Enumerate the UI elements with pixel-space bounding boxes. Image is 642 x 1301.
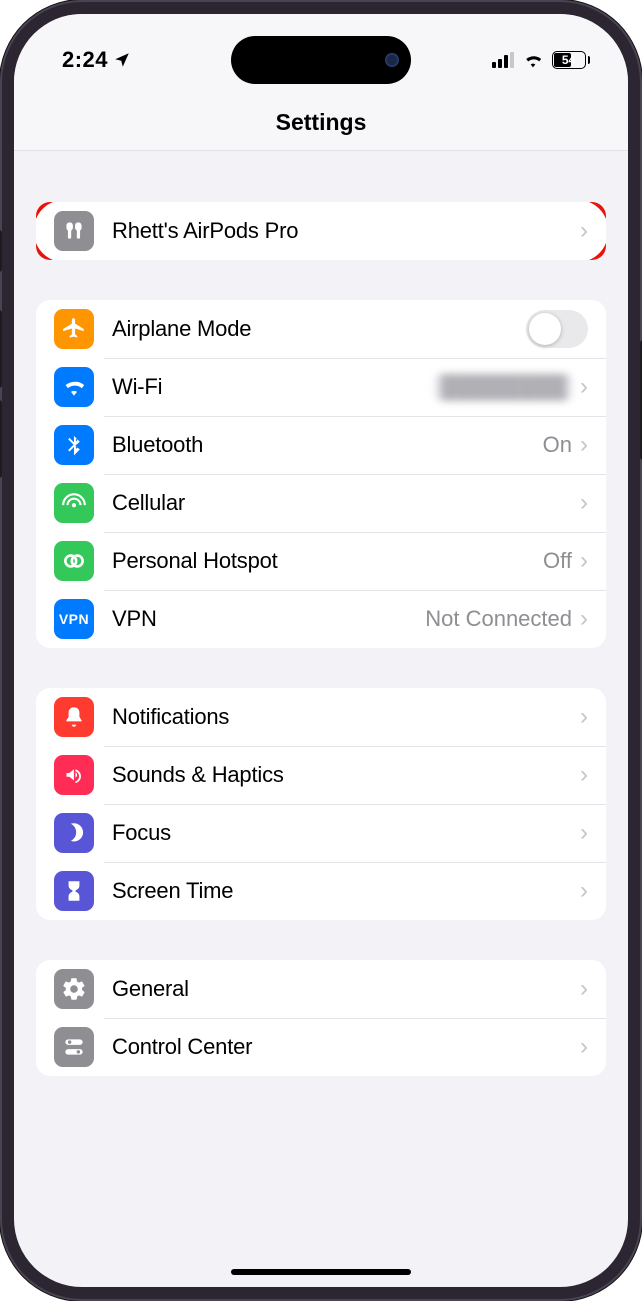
row-label: Sounds & Haptics: [112, 762, 580, 788]
row-label: Cellular: [112, 490, 580, 516]
airpods-icon: [54, 211, 94, 251]
row-label: Wi-Fi: [112, 374, 435, 400]
group-system: General › Control Center ›: [36, 960, 606, 1076]
cellular-icon: [54, 483, 94, 523]
general-icon: [54, 969, 94, 1009]
device-frame: 2:24 54 Settings: [0, 0, 642, 1301]
status-right: 54: [492, 49, 591, 71]
chevron-right-icon: ›: [580, 491, 588, 515]
group-network: Airplane Mode Wi-Fi ████████ ›: [36, 300, 606, 648]
sounds-icon: [54, 755, 94, 795]
row-sounds-haptics[interactable]: Sounds & Haptics ›: [36, 746, 606, 804]
wifi-network-value: ████████: [435, 374, 572, 400]
airplane-toggle[interactable]: [526, 310, 588, 348]
row-personal-hotspot[interactable]: Personal Hotspot Off ›: [36, 532, 606, 590]
bluetooth-value: On: [543, 432, 572, 458]
group-alerts: Notifications › Sounds & Haptics ›: [36, 688, 606, 920]
row-label: Control Center: [112, 1034, 580, 1060]
volume-down-button: [0, 400, 2, 478]
screentime-icon: [54, 871, 94, 911]
row-label: General: [112, 976, 580, 1002]
row-label: Airplane Mode: [112, 316, 526, 342]
settings-list[interactable]: Rhett's AirPods Pro › Airplane Mode: [14, 152, 628, 1287]
chevron-right-icon: ›: [580, 433, 588, 457]
chevron-right-icon: ›: [580, 375, 588, 399]
notifications-icon: [54, 697, 94, 737]
airplane-icon: [54, 309, 94, 349]
row-label: Screen Time: [112, 878, 580, 904]
status-time: 2:24: [62, 47, 108, 73]
front-camera: [385, 53, 399, 67]
hotspot-icon: [54, 541, 94, 581]
battery-indicator: 54: [552, 51, 591, 69]
battery-percent: 54: [562, 53, 575, 67]
hotspot-value: Off: [543, 548, 572, 574]
row-label: Notifications: [112, 704, 580, 730]
mute-switch: [0, 230, 2, 272]
row-airplane-mode[interactable]: Airplane Mode: [36, 300, 606, 358]
status-left: 2:24: [62, 47, 131, 73]
row-bluetooth[interactable]: Bluetooth On ›: [36, 416, 606, 474]
location-icon: [113, 51, 131, 69]
row-airpods[interactable]: Rhett's AirPods Pro ›: [36, 202, 606, 260]
focus-icon: [54, 813, 94, 853]
row-label: VPN: [112, 606, 425, 632]
home-indicator[interactable]: [231, 1269, 411, 1275]
chevron-right-icon: ›: [580, 705, 588, 729]
row-label: Rhett's AirPods Pro: [112, 218, 580, 244]
chevron-right-icon: ›: [580, 549, 588, 573]
volume-up-button: [0, 310, 2, 388]
row-screen-time[interactable]: Screen Time ›: [36, 862, 606, 920]
row-label: Personal Hotspot: [112, 548, 543, 574]
chevron-right-icon: ›: [580, 763, 588, 787]
row-cellular[interactable]: Cellular ›: [36, 474, 606, 532]
row-notifications[interactable]: Notifications ›: [36, 688, 606, 746]
cellular-signal-icon: [492, 52, 514, 68]
chevron-right-icon: ›: [580, 879, 588, 903]
row-control-center[interactable]: Control Center ›: [36, 1018, 606, 1076]
group-airpods: Rhett's AirPods Pro ›: [36, 202, 606, 260]
bluetooth-icon: [54, 425, 94, 465]
row-vpn[interactable]: VPN VPN Not Connected ›: [36, 590, 606, 648]
content: Settings Rhett's AirPods Pro ›: [14, 14, 628, 1287]
dynamic-island: [231, 36, 411, 84]
wifi-icon: [54, 367, 94, 407]
vpn-badge-text: VPN: [59, 611, 89, 627]
row-wifi[interactable]: Wi-Fi ████████ ›: [36, 358, 606, 416]
row-label: Focus: [112, 820, 580, 846]
vpn-icon: VPN: [54, 599, 94, 639]
wifi-status-icon: [522, 49, 544, 71]
screen: 2:24 54 Settings: [14, 14, 628, 1287]
row-general[interactable]: General ›: [36, 960, 606, 1018]
control-center-icon: [54, 1027, 94, 1067]
chevron-right-icon: ›: [580, 821, 588, 845]
chevron-right-icon: ›: [580, 1035, 588, 1059]
vpn-value: Not Connected: [425, 606, 572, 632]
chevron-right-icon: ›: [580, 607, 588, 631]
row-focus[interactable]: Focus ›: [36, 804, 606, 862]
row-label: Bluetooth: [112, 432, 543, 458]
chevron-right-icon: ›: [580, 977, 588, 1001]
chevron-right-icon: ›: [580, 219, 588, 243]
